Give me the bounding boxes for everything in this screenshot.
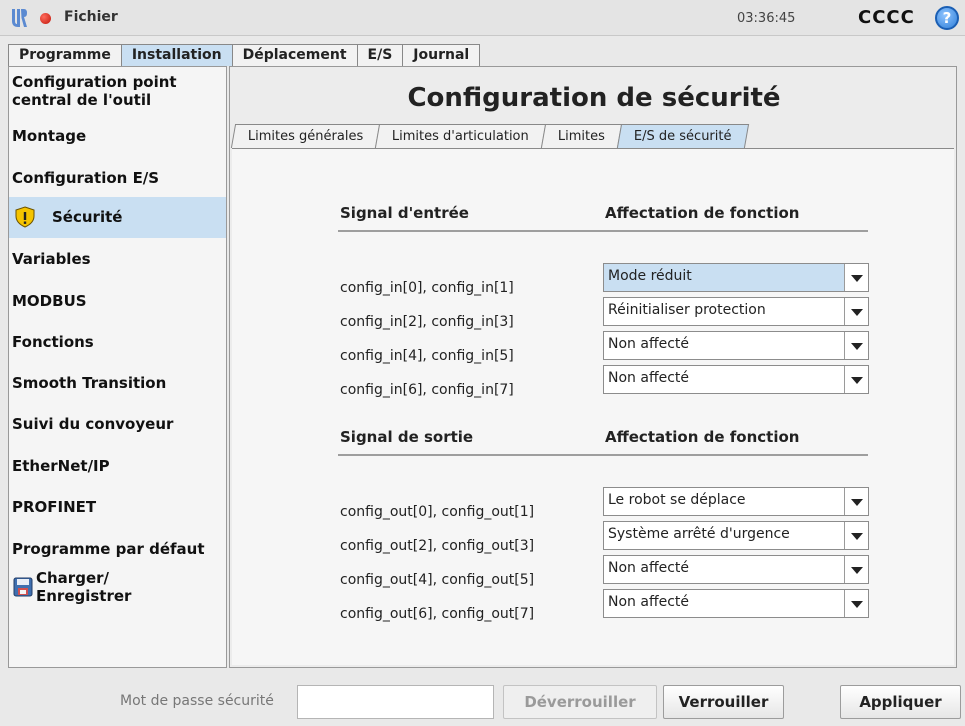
sidebar-item-programme-defaut[interactable]: Programme par défaut [9,540,226,558]
dropdown-arrow-icon[interactable] [844,488,868,515]
sidebar-item-fonctions[interactable]: Fonctions [9,333,226,351]
page-title: Configuration de sécurité [407,83,781,113]
output-signal-label: config_out[6], config_out[7] [340,606,535,622]
top-bar: Fichier 03:36:45 CCCC ? [0,0,965,36]
select-value: Système arrêté d'urgence [608,526,790,542]
tab-label: Limites générales [247,129,364,144]
dropdown-arrow-icon[interactable] [844,332,868,359]
output-signal-label: config_out[0], config_out[1] [340,504,535,520]
tab-es[interactable]: E/S [356,44,404,66]
tab-label: E/S de sécurité [634,129,732,144]
sidebar-item-profinet[interactable]: PROFINET [9,498,226,516]
input-signal-label: config_in[2], config_in[3] [340,314,514,330]
input-signal-label: config_in[4], config_in[5] [340,348,514,364]
output-function-select[interactable]: Le robot se déplace [603,487,869,516]
dropdown-arrow-icon[interactable] [844,590,868,617]
divider [338,454,868,456]
safety-password-input[interactable] [297,685,494,719]
output-signal-label: config_out[4], config_out[5] [340,572,535,588]
dropdown-arrow-icon[interactable] [844,522,868,549]
select-value: Non affecté [608,560,689,576]
file-menu[interactable]: Fichier [64,9,118,25]
tab-journal[interactable]: Journal [402,44,481,66]
ur-logo-icon [12,9,27,27]
tab-deplacement[interactable]: Déplacement [231,44,358,66]
sidebar-item-montage[interactable]: Montage [9,127,226,145]
sidebar-item-label: Charger/ Enregistrer [36,569,132,605]
output-signal-header: Signal de sortie [340,428,474,446]
select-value: Mode réduit [608,268,692,284]
select-value: Le robot se déplace [608,492,746,508]
tab-limites-articulation[interactable]: Limites d'articulation [375,124,547,148]
sidebar-item-securite[interactable]: Sécurité [9,197,226,238]
input-function-select[interactable]: Non affecté [603,331,869,360]
input-signal-header: Signal d'entrée [340,204,469,222]
safety-io-panel: Signal d'entrée Affectation de fonction … [232,148,954,665]
password-label: Mot de passe sécurité [120,693,274,709]
main-tabs: Programme Installation Déplacement E/S J… [8,44,481,66]
sidebar-item-tcp-config[interactable]: Configuration point central de l'outil [9,73,226,109]
input-function-select[interactable]: Mode réduit [603,263,869,292]
status-indicator-icon [40,13,51,24]
sidebar: Configuration point central de l'outil M… [8,66,227,668]
sidebar-item-modbus[interactable]: MODBUS [9,292,226,310]
sidebar-item-variables[interactable]: Variables [9,250,226,268]
tab-label: Limites [558,129,606,144]
sidebar-item-label: Sécurité [52,208,123,226]
select-value: Non affecté [608,370,689,386]
clock: 03:36:45 [737,11,796,26]
save-disk-icon [13,577,33,597]
input-signal-label: config_in[0], config_in[1] [340,280,514,296]
dropdown-arrow-icon[interactable] [844,298,868,325]
warning-shield-icon [15,206,35,228]
dropdown-arrow-icon[interactable] [844,366,868,393]
sidebar-item-io-config[interactable]: Configuration E/S [9,169,226,187]
divider [338,230,868,232]
select-value: Non affecté [608,336,689,352]
dropdown-arrow-icon[interactable] [844,264,868,291]
lock-button[interactable]: Verrouiller [663,685,784,719]
sidebar-item-charger-enregistrer[interactable]: Charger/ Enregistrer [9,567,226,609]
output-function-select[interactable]: Système arrêté d'urgence [603,521,869,550]
tab-es-securite[interactable]: E/S de sécurité [617,124,749,148]
sub-tabs: Limites générales Limites d'articulation… [230,124,749,148]
help-icon[interactable]: ? [935,6,959,30]
input-signal-label: config_in[6], config_in[7] [340,382,514,398]
sidebar-item-smooth-transition[interactable]: Smooth Transition [9,374,226,392]
output-function-select[interactable]: Non affecté [603,589,869,618]
sidebar-item-suivi-convoyeur[interactable]: Suivi du convoyeur [9,415,226,433]
select-value: Non affecté [608,594,689,610]
output-function-select[interactable]: Non affecté [603,555,869,584]
input-function-select[interactable]: Réinitialiser protection [603,297,869,326]
content-panel: Configuration de sécurité Limites généra… [229,66,957,668]
tab-programme[interactable]: Programme [8,44,122,66]
robot-name: CCCC [858,7,915,28]
apply-button[interactable]: Appliquer [840,685,961,719]
tab-limites[interactable]: Limites [541,124,623,148]
dropdown-arrow-icon[interactable] [844,556,868,583]
sidebar-item-ethernet-ip[interactable]: EtherNet/IP [9,457,226,475]
unlock-button[interactable]: Déverrouiller [503,685,657,719]
tab-limites-generales[interactable]: Limites générales [230,124,381,148]
output-signal-label: config_out[2], config_out[3] [340,538,535,554]
select-value: Réinitialiser protection [608,302,766,318]
output-function-header: Affectation de fonction [605,428,800,446]
tab-installation[interactable]: Installation [120,44,233,66]
input-function-header: Affectation de fonction [605,204,800,222]
tab-label: Limites d'articulation [392,129,530,144]
input-function-select[interactable]: Non affecté [603,365,869,394]
